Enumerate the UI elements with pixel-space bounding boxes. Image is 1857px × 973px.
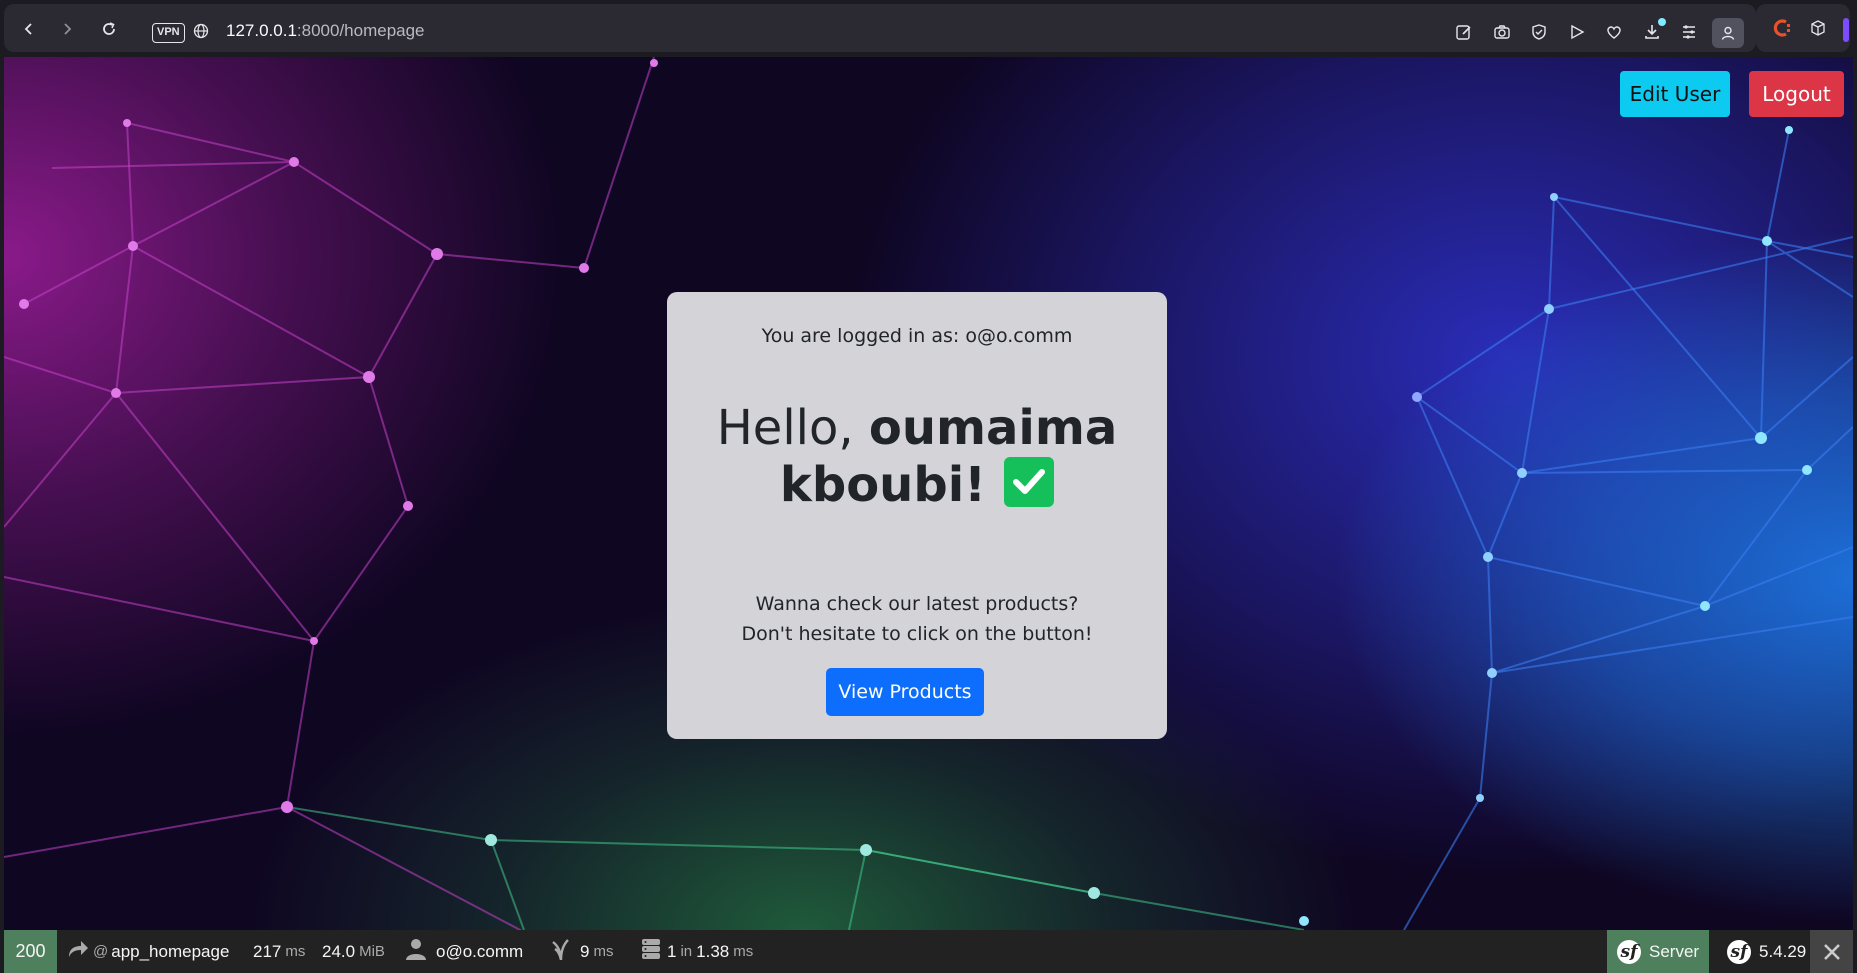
memory-unit: MiB xyxy=(359,943,385,960)
greeting-heading: Hello, oumaima kboubi! xyxy=(667,400,1167,514)
twig-value: 9 xyxy=(580,941,590,961)
forward-icon[interactable] xyxy=(56,18,78,40)
db-in-word: in xyxy=(680,943,693,960)
reload-icon[interactable] xyxy=(98,18,120,40)
url-path: :8000/homepage xyxy=(296,21,425,40)
profiler-toolbar: 200 @ app_homepage 217 ms 24.0 MiB o@o.c… xyxy=(4,930,1853,973)
play-icon[interactable] xyxy=(1565,20,1589,44)
browser-toolbar: VPN 127.0.0.1:8000/homepage xyxy=(0,0,1857,57)
time-info[interactable]: 217 ms xyxy=(253,930,305,973)
memory-info[interactable]: 24.0 MiB xyxy=(322,930,385,973)
extensions-area xyxy=(1756,4,1850,52)
back-icon[interactable] xyxy=(18,18,40,40)
logged-in-text: You are logged in as: o@o.comm xyxy=(761,325,1073,347)
check-mark-icon xyxy=(1004,457,1055,507)
user-icon xyxy=(406,938,426,965)
route-prefix: @ xyxy=(93,943,109,960)
page-viewport: Edit User Logout You are logged in as: o… xyxy=(4,57,1853,930)
db-time-unit: ms xyxy=(733,943,754,960)
database-icon xyxy=(641,938,661,965)
profile-avatar-icon[interactable] xyxy=(1712,18,1744,48)
db-time-value: 1.38 xyxy=(696,941,730,961)
user-email: o@o.comm xyxy=(436,941,524,961)
extension-c-icon[interactable] xyxy=(1770,16,1794,40)
welcome-card: You are logged in as: o@o.comm Hello, ou… xyxy=(667,292,1167,739)
status-code-badge[interactable]: 200 xyxy=(4,930,57,973)
db-query-count: 1 xyxy=(667,941,677,961)
twig-info[interactable]: 9 ms xyxy=(552,930,613,973)
menu-icon[interactable] xyxy=(1677,20,1701,44)
browser-toolbar-main: VPN 127.0.0.1:8000/homepage xyxy=(4,4,1756,52)
logout-button[interactable]: Logout xyxy=(1749,71,1844,117)
twig-icon xyxy=(552,938,570,965)
greeting-word: Hello, xyxy=(716,400,854,456)
server-info[interactable]: sf Server xyxy=(1607,930,1709,973)
address-bar[interactable]: 127.0.0.1:8000/homepage xyxy=(226,21,425,41)
heart-icon[interactable] xyxy=(1602,20,1626,44)
route-name: app_homepage xyxy=(111,941,230,961)
close-icon[interactable] xyxy=(1810,930,1853,973)
database-info[interactable]: 1 in 1.38 ms xyxy=(641,930,753,973)
user-first-name: oumaima xyxy=(868,400,1118,456)
sidebar-toggle[interactable] xyxy=(1843,18,1849,42)
camera-icon[interactable] xyxy=(1490,20,1514,44)
symfony-logo-icon: sf xyxy=(1727,939,1751,964)
route-info[interactable]: @ app_homepage xyxy=(67,930,229,973)
products-prompt: Wanna check our latest products? Don't h… xyxy=(667,589,1167,649)
twig-unit: ms xyxy=(593,943,614,960)
view-products-button[interactable]: View Products xyxy=(826,668,984,716)
symfony-version[interactable]: sf 5.4.29 xyxy=(1717,930,1806,973)
extension-cube-icon[interactable] xyxy=(1806,16,1830,40)
redirect-arrow-icon xyxy=(67,939,89,964)
memory-value: 24.0 xyxy=(322,941,356,961)
symfony-logo-icon: sf xyxy=(1617,939,1641,964)
time-unit: ms xyxy=(285,943,306,960)
prompt-line-2: Don't hesitate to click on the button! xyxy=(741,623,1093,645)
time-value: 217 xyxy=(253,941,282,961)
user-info[interactable]: o@o.comm xyxy=(406,930,523,973)
user-last-name: kboubi! xyxy=(779,457,987,513)
download-indicator xyxy=(1658,18,1666,26)
server-label: Server xyxy=(1649,941,1700,961)
vpn-badge[interactable]: VPN xyxy=(152,23,185,43)
globe-icon[interactable] xyxy=(190,20,212,42)
edit-user-button[interactable]: Edit User xyxy=(1620,71,1730,117)
version-label: 5.4.29 xyxy=(1759,941,1807,961)
prompt-line-1: Wanna check our latest products? xyxy=(755,593,1079,615)
url-host: 127.0.0.1 xyxy=(226,21,297,40)
edit-page-icon[interactable] xyxy=(1452,20,1476,44)
shield-icon[interactable] xyxy=(1527,20,1551,44)
